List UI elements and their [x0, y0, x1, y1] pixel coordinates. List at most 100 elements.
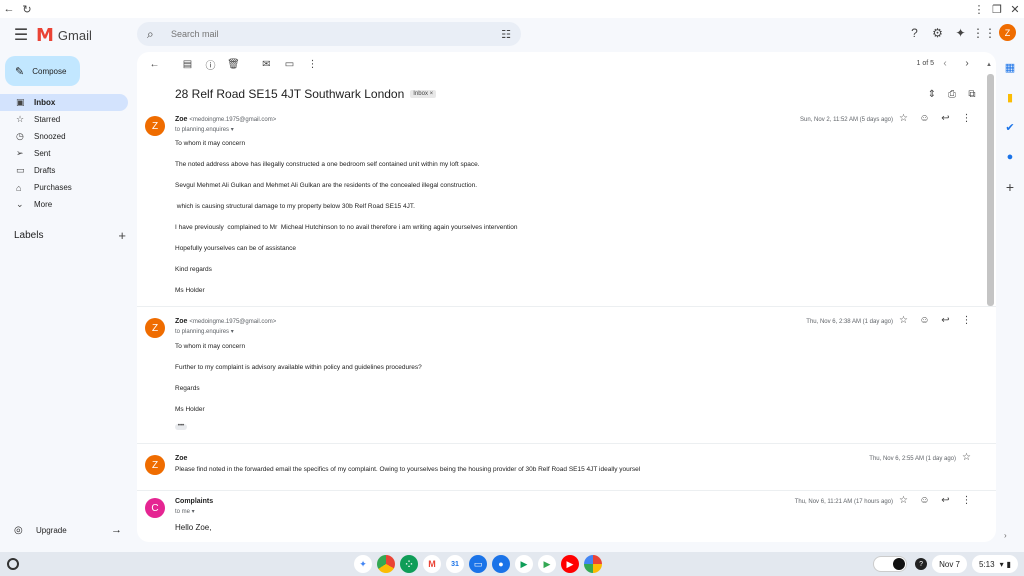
newer-chevron-icon[interactable]: ‹	[934, 58, 956, 69]
calendar-app-icon[interactable]: 31	[446, 555, 464, 573]
apps-grid-icon[interactable]: ⋮⋮	[972, 26, 996, 40]
message-snippet: Please find noted in the forwarded email…	[175, 466, 641, 473]
inbox-label-badge[interactable]: Inbox ×	[410, 90, 437, 98]
search-bar[interactable]: ⌕ ☷	[137, 22, 521, 46]
print-icon[interactable]: ⎙	[942, 89, 962, 100]
body-line: To whom it may concern	[175, 140, 246, 147]
launcher-icon[interactable]	[7, 558, 19, 570]
sidebar-item-more[interactable]: ⌄ More	[0, 196, 128, 213]
notification-badge-icon[interactable]: ?	[915, 558, 928, 570]
status-pill[interactable]: 5:13 ▾ ▮	[972, 555, 1018, 573]
photos-app-icon[interactable]	[584, 555, 602, 573]
message-date: Thu, Nov 6, 2:38 AM (1 day ago)	[806, 319, 893, 325]
sidebar-item-drafts[interactable]: ▭ Drafts	[0, 162, 128, 179]
sidebar-item-starred[interactable]: ☆ Starred	[0, 111, 128, 128]
recipients[interactable]: to me ▾	[175, 508, 195, 515]
date-pill[interactable]: Nov 7	[932, 555, 967, 573]
help-icon[interactable]: ?	[903, 26, 926, 40]
scroll-right-chevron-icon[interactable]: ›	[1004, 531, 1007, 540]
body-line: which is causing structural damage to my…	[175, 203, 415, 210]
sidebar-item-label: More	[34, 200, 53, 209]
mark-unread-icon[interactable]: ✉	[255, 59, 278, 70]
open-new-window-icon[interactable]: ⧉	[962, 89, 982, 100]
sidebar-item-inbox[interactable]: ▣ Inbox	[0, 94, 128, 111]
hamburger-menu-icon[interactable]: ☰	[6, 25, 36, 45]
gmail-logo[interactable]: M Gmail	[36, 25, 92, 46]
more-vert-icon[interactable]: ⋮	[956, 113, 977, 124]
get-addons-icon[interactable]: +	[998, 172, 1022, 202]
browser-chrome: ← ↻ ⋮ ❐ ✕	[0, 0, 1024, 18]
sender: Complaints	[175, 498, 213, 505]
gear-icon[interactable]: ⚙	[926, 26, 949, 40]
youtube-app-icon[interactable]: ▶	[561, 555, 579, 573]
body-line: The noted address above has illegally co…	[175, 161, 480, 168]
contacts-icon[interactable]: ●	[998, 142, 1022, 172]
pager-count: 1 of 5	[916, 60, 934, 67]
restore-window-icon[interactable]: ❐	[988, 3, 1006, 16]
search-icon[interactable]: ⌕	[147, 27, 167, 42]
files-app-icon[interactable]: ▭	[469, 555, 487, 573]
report-spam-icon[interactable]: ⓘ	[199, 57, 222, 72]
tasks-icon[interactable]: ✔	[998, 112, 1022, 142]
more-vert-icon[interactable]: ⋮	[956, 315, 977, 326]
reply-icon[interactable]: ↩	[935, 315, 956, 326]
sidebar-item-sent[interactable]: ➢ Sent	[0, 145, 128, 162]
close-window-icon[interactable]: ✕	[1006, 3, 1024, 16]
gemini-app-icon[interactable]: ✦	[354, 555, 372, 573]
gmail-app-icon[interactable]: M	[423, 555, 441, 573]
delete-icon[interactable]: 🗑	[222, 59, 245, 70]
expand-all-icon[interactable]: ⇕	[922, 89, 942, 100]
star-icon[interactable]: ☆	[956, 452, 977, 463]
gemini-sparkle-icon[interactable]: ✦	[949, 26, 972, 40]
chrome-app-icon[interactable]	[377, 555, 395, 573]
scrollbar-thumb[interactable]	[987, 74, 994, 306]
message-date: Sun, Nov 2, 11:52 AM (5 days ago)	[800, 117, 893, 123]
app-name: Gmail	[57, 27, 92, 43]
search-options-icon[interactable]: ☷	[501, 28, 511, 41]
meet-app-icon[interactable]: ▶	[515, 555, 533, 573]
recipients[interactable]: to planning.enquires ▾	[175, 328, 234, 335]
older-chevron-icon[interactable]: ›	[956, 58, 978, 69]
reply-icon[interactable]: ↩	[935, 495, 956, 506]
body-line: Further to my complaint is advisory avai…	[175, 364, 422, 371]
add-label-icon[interactable]: +	[118, 228, 126, 243]
reload-icon[interactable]: ↻	[18, 3, 36, 16]
apps-hub-icon[interactable]: ⁘	[400, 555, 418, 573]
messages-app-icon[interactable]: ●	[492, 555, 510, 573]
pager: 1 of 5 ‹ ›	[916, 58, 978, 69]
account-avatar[interactable]: Z	[999, 24, 1016, 41]
emoji-react-icon[interactable]: ☺	[914, 113, 935, 124]
toggle-switch[interactable]	[873, 556, 908, 572]
move-to-icon[interactable]: ▭	[278, 59, 301, 70]
message-date: Thu, Nov 6, 11:21 AM (17 hours ago)	[794, 499, 893, 505]
calendar-icon[interactable]: ▦	[998, 52, 1022, 82]
scroll-up-arrow-icon[interactable]: ▲	[986, 62, 992, 68]
play-store-app-icon[interactable]: ▶	[538, 555, 556, 573]
back-to-inbox-icon[interactable]: ←	[143, 59, 166, 70]
sidebar-item-label: Snoozed	[34, 132, 66, 141]
sidebar-item-label: Purchases	[34, 183, 72, 192]
sidebar-item-snoozed[interactable]: ◷ Snoozed	[0, 128, 128, 145]
search-input[interactable]	[171, 29, 502, 39]
upgrade-button[interactable]: ◎ Upgrade →	[14, 524, 122, 536]
body-line: Ms Holder	[175, 406, 205, 413]
star-icon[interactable]: ☆	[893, 113, 914, 124]
message-3-collapsed[interactable]: Z Zoe Please find noted in the forwarded…	[137, 452, 977, 490]
recipients[interactable]: to planning.enquires ▾	[175, 126, 234, 133]
message-actions: ☆ ☺ ↩ ⋮	[893, 113, 977, 124]
compose-button[interactable]: ✎ Compose	[5, 56, 80, 86]
browser-menu-icon[interactable]: ⋮	[970, 3, 988, 16]
star-icon[interactable]: ☆	[893, 315, 914, 326]
emoji-react-icon[interactable]: ☺	[914, 315, 935, 326]
show-trimmed-content-button[interactable]: •••	[175, 423, 187, 430]
sidebar-item-purchases[interactable]: ⌂ Purchases	[0, 179, 128, 196]
back-icon[interactable]: ←	[0, 3, 18, 15]
more-actions-icon[interactable]: ⋮	[301, 59, 324, 70]
sidebar-item-label: Inbox	[34, 98, 56, 107]
star-icon[interactable]: ☆	[893, 495, 914, 506]
more-vert-icon[interactable]: ⋮	[956, 495, 977, 506]
archive-icon[interactable]: ▤	[176, 59, 199, 70]
emoji-react-icon[interactable]: ☺	[914, 495, 935, 506]
reply-icon[interactable]: ↩	[935, 113, 956, 124]
keep-icon[interactable]: ▮	[998, 82, 1022, 112]
